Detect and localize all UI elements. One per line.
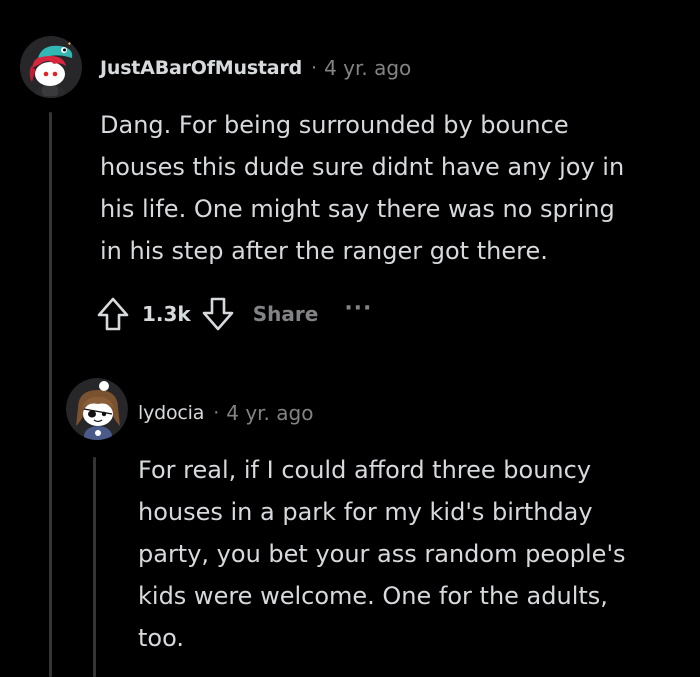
- comment-actions: 1.3k Share ···: [96, 296, 372, 332]
- meta-separator: ·: [213, 402, 220, 424]
- downvote-icon[interactable]: [201, 296, 235, 332]
- more-options-button[interactable]: ···: [344, 296, 372, 321]
- meta-separator: ·: [311, 57, 318, 79]
- comment-thread-line[interactable]: [49, 112, 52, 677]
- snoo-avatar-icon: [66, 378, 128, 440]
- reply-header: lydocia · 4 yr. ago: [138, 401, 313, 425]
- comment-body-line: houses this dude sure didnt have any joy…: [100, 153, 625, 181]
- reply-body-line: party, you bet your ass random people's: [138, 540, 626, 568]
- reply-thread-line[interactable]: [93, 457, 96, 677]
- comment-body-line: Dang. For being surrounded by bounce: [100, 111, 569, 139]
- reply-body-line: houses in a park for my kid's birthday: [138, 498, 593, 526]
- avatar[interactable]: [20, 36, 82, 98]
- reply-avatar[interactable]: [66, 378, 128, 440]
- username[interactable]: JustABarOfMustard: [100, 57, 302, 79]
- timestamp[interactable]: 4 yr. ago: [226, 401, 313, 425]
- comment-body: Dang. For being surrounded by bounce hou…: [100, 104, 690, 272]
- comment-header: JustABarOfMustard · 4 yr. ago: [100, 56, 411, 80]
- comment-body-line: his life. One might say there was no spr…: [100, 195, 615, 223]
- reply-body-line: For real, if I could afford three bouncy: [138, 456, 592, 484]
- reply-body-line: too.: [138, 624, 184, 652]
- timestamp[interactable]: 4 yr. ago: [324, 56, 411, 80]
- reply-body-line: kids were welcome. One for the adults,: [138, 582, 608, 610]
- snoo-avatar-icon: [20, 36, 82, 98]
- vote-score: 1.3k: [142, 302, 191, 326]
- comment-body-line: in his step after the ranger got there.: [100, 237, 548, 265]
- upvote-icon[interactable]: [96, 296, 130, 332]
- share-button[interactable]: Share: [253, 302, 319, 326]
- username[interactable]: lydocia: [138, 402, 204, 424]
- reply-body: For real, if I could afford three bouncy…: [138, 449, 690, 659]
